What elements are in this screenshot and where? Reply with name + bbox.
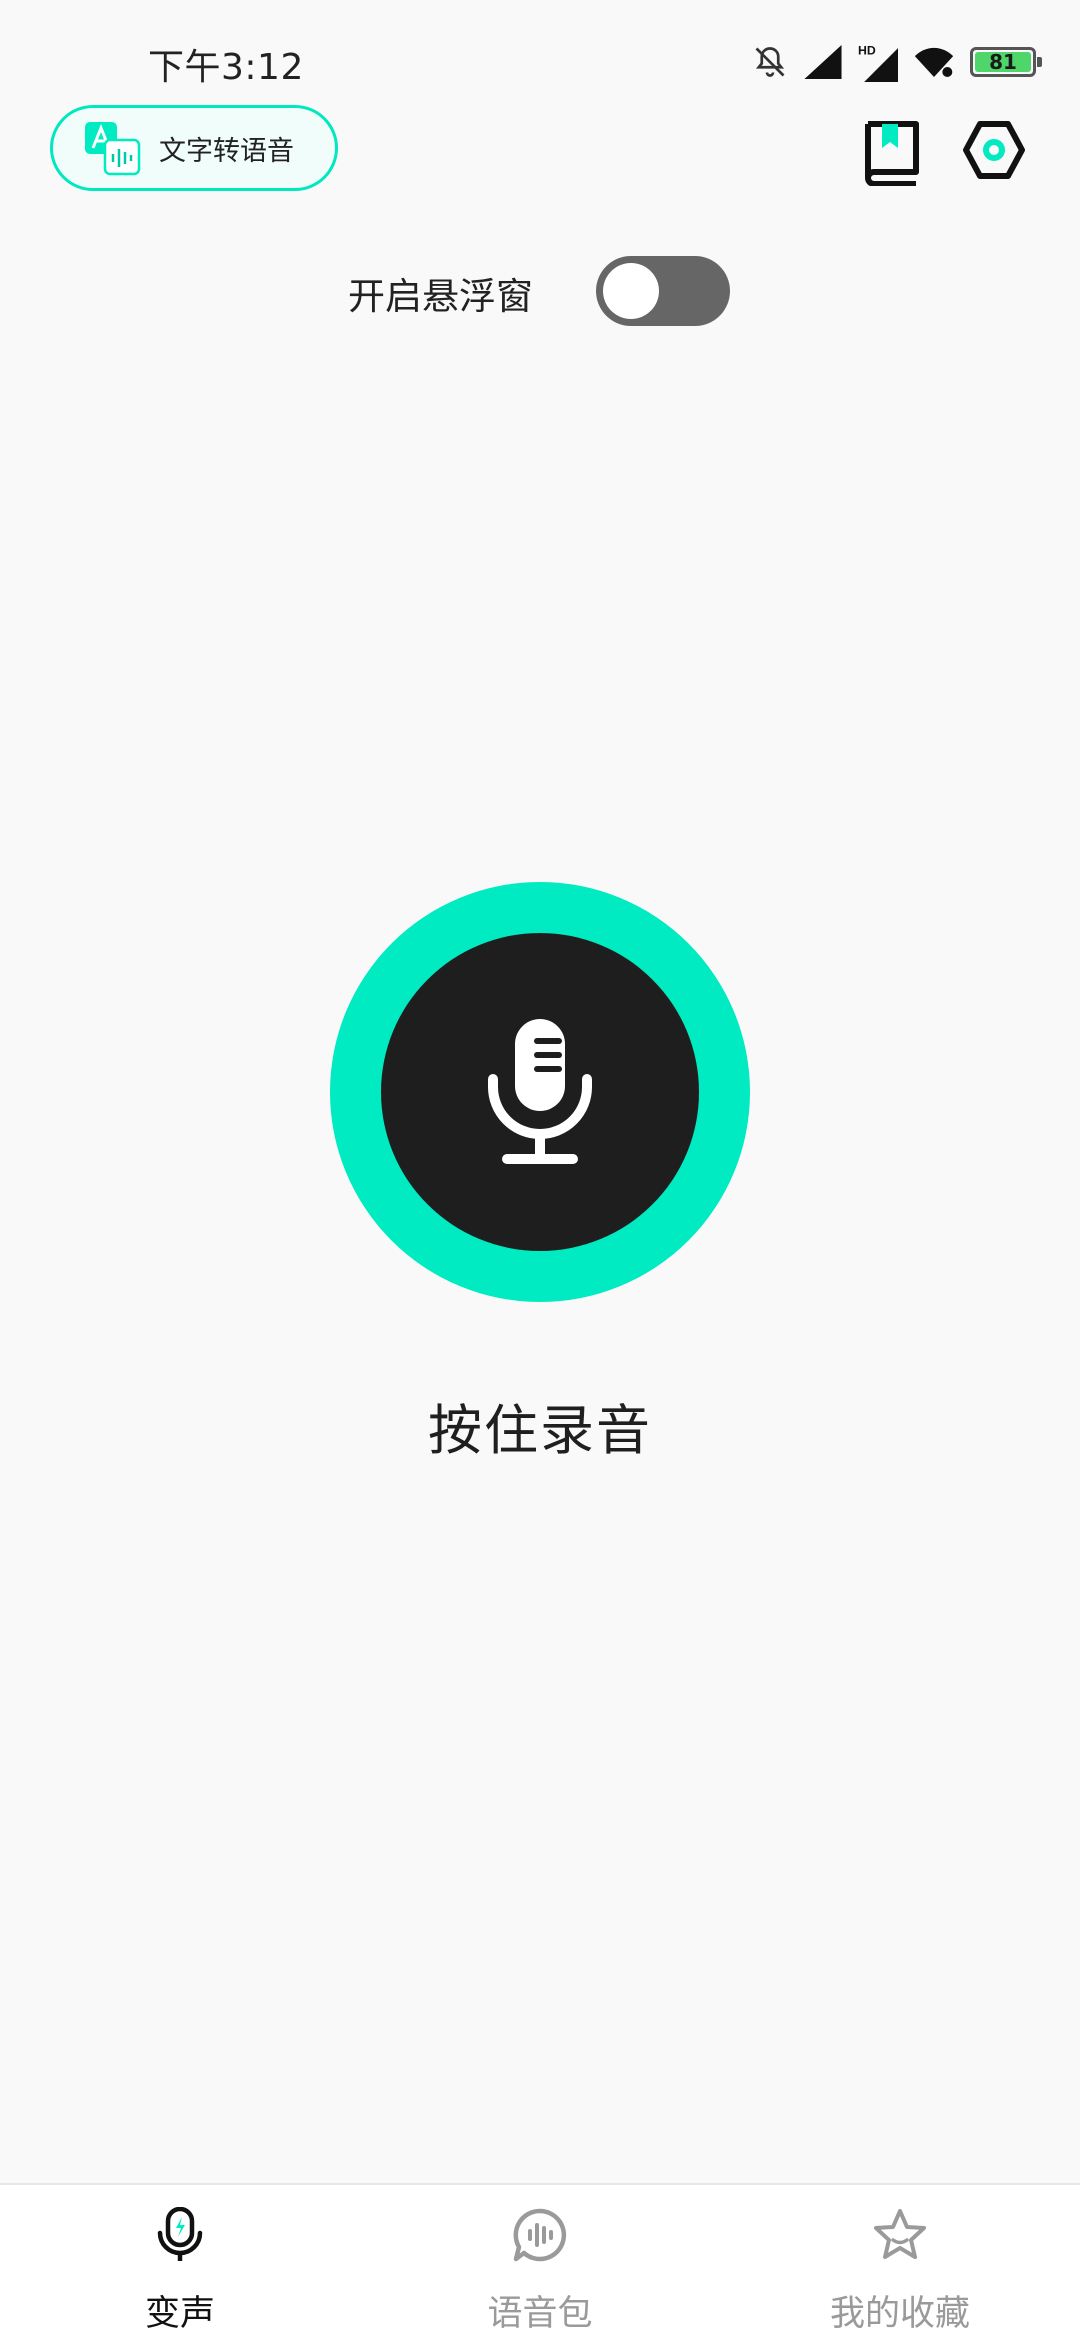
floating-window-toggle[interactable] [596, 256, 730, 326]
nav-tab-favorites[interactable]: 我的收藏 [750, 2185, 1050, 2340]
hold-to-record-label: 按住录音 [428, 1399, 652, 1462]
svg-text:HD: HD [858, 43, 876, 57]
voice-changer-screen: 下午3:12 HD 81 文字转语音 开启悬浮窗 按住录音 变声 语音包 我的收… [0, 0, 1080, 2340]
star-icon [874, 2209, 926, 2259]
text-to-speech-icon [83, 120, 141, 176]
signal-icon [804, 45, 842, 79]
microphone-icon [488, 1019, 592, 1164]
status-time: 下午3:12 [148, 47, 304, 88]
nav-tab-voice-change[interactable]: 变声 [30, 2185, 330, 2340]
nav-label-voice-change: 变声 [144, 2294, 215, 2334]
battery-cap [1037, 57, 1042, 67]
bell-off-icon [755, 47, 785, 77]
voice-mic-icon [157, 2207, 203, 2261]
book-icon [865, 121, 919, 187]
record-button[interactable] [330, 882, 750, 1302]
guide-book-button[interactable] [860, 118, 924, 187]
hexagon-settings-icon [963, 121, 1025, 179]
bottom-navigation: 变声 语音包 我的收藏 [0, 2183, 1080, 2340]
nav-label-voice-pack: 语音包 [487, 2294, 593, 2334]
toggle-knob [603, 263, 659, 319]
wifi-icon [914, 47, 954, 77]
battery-icon: 81 [970, 47, 1042, 77]
text-to-speech-button[interactable]: 文字转语音 [50, 105, 338, 191]
nav-label-favorites: 我的收藏 [829, 2294, 970, 2334]
voice-pack-icon [513, 2208, 567, 2262]
battery-level: 81 [975, 52, 1031, 72]
nav-tab-voice-pack[interactable]: 语音包 [390, 2185, 690, 2340]
hd-signal-icon: HD [858, 43, 898, 82]
record-button-inner [381, 933, 699, 1251]
battery-percent: 81 [989, 50, 1017, 74]
status-bar: 下午3:12 HD 81 [0, 0, 1080, 120]
status-icons: HD 81 [752, 38, 1042, 86]
text-to-speech-label: 文字转语音 [159, 135, 294, 167]
floating-window-row: 开启悬浮窗 [0, 252, 1080, 332]
floating-window-label: 开启悬浮窗 [348, 275, 533, 318]
settings-button[interactable] [962, 118, 1026, 182]
